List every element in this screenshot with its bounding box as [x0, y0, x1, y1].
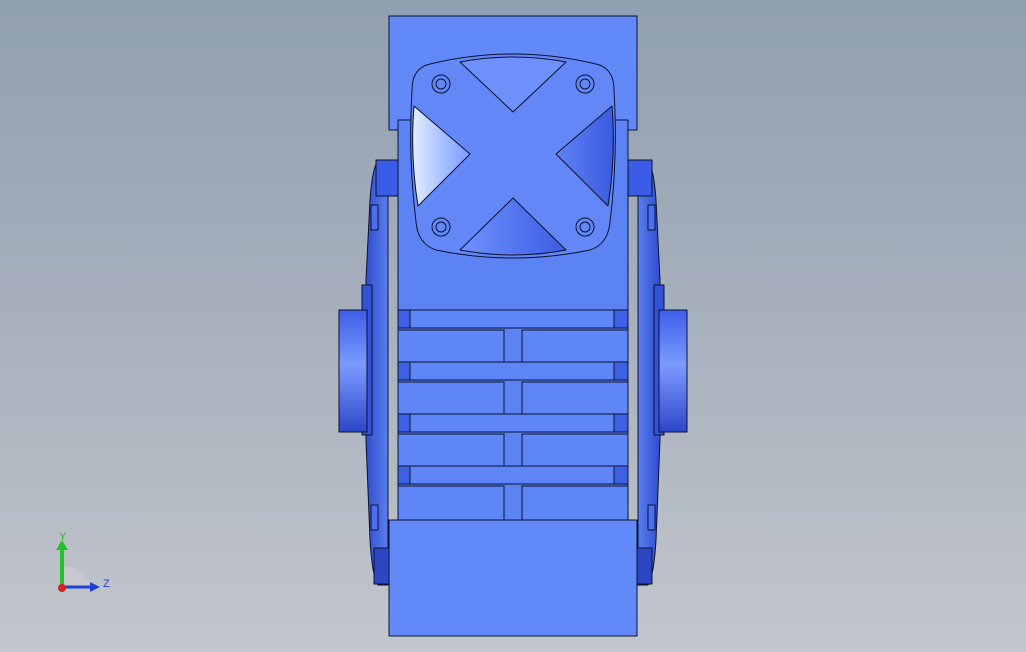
right-output-shaft — [658, 309, 688, 433]
orientation-triad: Y Z — [56, 531, 110, 592]
z-axis-label: Z — [103, 578, 110, 590]
z-axis-arrow — [90, 582, 100, 592]
left-output-shaft — [338, 309, 368, 433]
triad-origin — [58, 584, 66, 592]
cad-viewport[interactable]: Y Z — [0, 0, 1026, 652]
gearbox-model[interactable] — [0, 0, 1026, 652]
y-axis-label: Y — [59, 531, 67, 543]
bottom-mounting-block — [388, 519, 638, 637]
triad-arc — [62, 566, 92, 587]
